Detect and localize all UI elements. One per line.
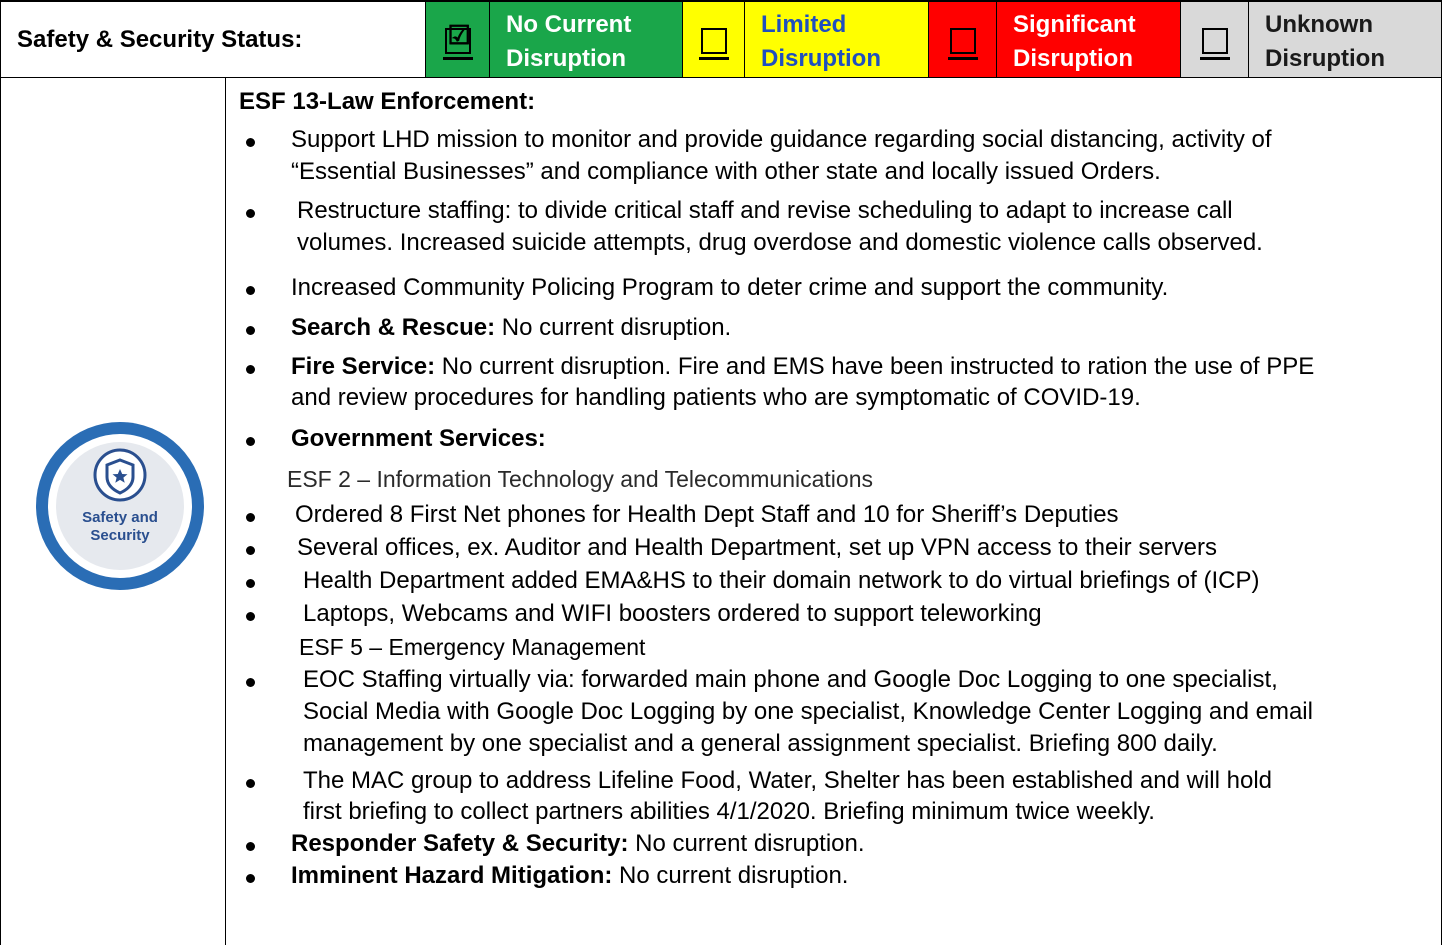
limited-disruption-checkbox[interactable] <box>682 0 744 78</box>
status-header-row: Safety & Security Status: ☑ No Current Di… <box>0 0 1442 78</box>
law-item-1-line1: Support LHD mission to monitor and provi… <box>291 126 1272 153</box>
it-item-1: Ordered 8 First Net phones for Health De… <box>295 501 1119 528</box>
law-item-3: Increased Community Policing Program to … <box>291 274 1169 301</box>
it-item-2: Several offices, ex. Auditor and Health … <box>297 534 1218 561</box>
bullet <box>246 138 255 147</box>
badge-label-line2: Security <box>90 527 150 544</box>
bullet <box>246 365 255 374</box>
bullet <box>246 874 255 883</box>
law-item-1-line2: “Essential Businesses” and compliance wi… <box>291 158 1161 185</box>
bullet <box>246 546 255 555</box>
search-rescue-item: Search & Rescue: No current disruption. <box>291 314 732 341</box>
status-body: Safety and Security ESF 13-Law Enforceme… <box>0 78 1442 945</box>
law-item-2-line2: volumes. Increased suicide attempts, dru… <box>297 229 1263 256</box>
esf5-subheading: ESF 5 – Emergency Management <box>299 634 646 660</box>
no-disruption-checkbox[interactable]: ☑ <box>425 0 489 78</box>
status-title: Safety & Security Status: <box>0 0 425 78</box>
bullet <box>246 678 255 687</box>
responder-safety-item: Responder Safety & Security: No current … <box>291 830 865 857</box>
badge-column: Safety and Security <box>1 78 226 945</box>
fire-service-item-line1: Fire Service: No current disruption. Fir… <box>291 353 1315 380</box>
no-disruption-label: No Current Disruption <box>489 0 682 78</box>
bullet <box>246 842 255 851</box>
em-item-1-line3: management by one specialist and a gener… <box>303 730 1218 757</box>
it-item-4: Laptops, Webcams and WIFI boosters order… <box>303 600 1042 627</box>
em-item-1-line1: EOC Staffing virtually via: forwarded ma… <box>303 666 1278 693</box>
check-icon: ☑ <box>447 19 471 50</box>
significant-disruption-label: Significant Disruption <box>996 0 1180 78</box>
em-item-2-line2: first briefing to collect partners abili… <box>303 798 1155 825</box>
badge-label-line1: Safety and <box>82 509 158 526</box>
unknown-disruption-label: Unknown Disruption <box>1248 0 1442 78</box>
bullet <box>246 612 255 621</box>
em-item-2-line1: The MAC group to address Lifeline Food, … <box>303 767 1272 794</box>
bullet <box>246 326 255 335</box>
section-heading-law-enforcement: ESF 13-Law Enforcement: <box>239 88 536 115</box>
limited-disruption-label: Limited Disruption <box>744 0 928 78</box>
imminent-hazard-item: Imminent Hazard Mitigation: No current d… <box>291 862 849 889</box>
bullet <box>246 437 255 446</box>
fire-service-item-line2: and review procedures for handling patie… <box>291 384 1141 411</box>
esf2-subheading: ESF 2 – Information Technology and Telec… <box>287 466 873 492</box>
bullet <box>246 579 255 588</box>
safety-security-badge: Safety and Security <box>36 422 204 590</box>
shield-star-icon <box>93 448 147 502</box>
bullet <box>246 513 255 522</box>
law-item-2-line1: Restructure staffing: to divide critical… <box>297 197 1233 224</box>
bullet <box>246 779 255 788</box>
significant-disruption-checkbox[interactable] <box>928 0 996 78</box>
em-item-1-line2: Social Media with Google Doc Logging by … <box>303 698 1313 725</box>
bullet <box>246 209 255 218</box>
unknown-disruption-checkbox[interactable] <box>1180 0 1248 78</box>
it-item-3: Health Department added EMA&HS to their … <box>303 567 1260 594</box>
bullet <box>246 286 255 295</box>
government-services-item: Government Services: <box>291 425 546 452</box>
